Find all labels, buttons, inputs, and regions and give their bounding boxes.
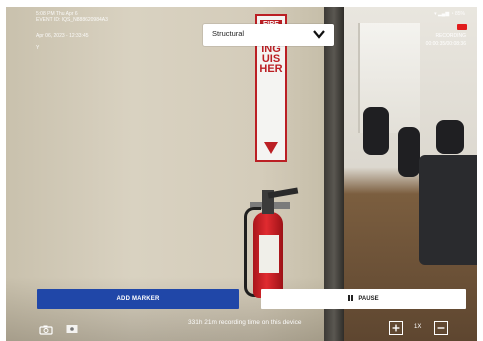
extinguisher-label bbox=[259, 235, 279, 273]
event-id: EVENT ID: IQS_N888620984A3 bbox=[36, 17, 108, 23]
category-dropdown[interactable]: Structural bbox=[203, 24, 334, 46]
pause-icon bbox=[348, 290, 354, 301]
office-chair bbox=[398, 127, 420, 177]
photo-icon[interactable] bbox=[66, 324, 78, 334]
recording-timer: 00:00:35/00:08:36 bbox=[425, 41, 466, 47]
add-marker-button[interactable]: ADD MARKER bbox=[37, 289, 239, 309]
sign-arrow bbox=[264, 142, 278, 154]
app-frame: FIRE EXTINGUISHER 5:08 PM Thu Apr 6 ▾ ▂▄… bbox=[0, 0, 483, 341]
chevron-down-icon bbox=[313, 30, 325, 39]
zoom-in-icon[interactable] bbox=[389, 321, 403, 335]
dropdown-selected-value: Structural bbox=[212, 29, 245, 38]
recording-label: RECORDING bbox=[435, 33, 466, 39]
event-datetime: Apr 06, 2023 - 12:33:45 bbox=[36, 33, 89, 39]
zoom-level: 1X bbox=[414, 324, 422, 330]
conference-table bbox=[419, 155, 477, 265]
pause-button[interactable]: PAUSE bbox=[261, 289, 466, 309]
pause-label: PAUSE bbox=[358, 296, 379, 302]
office-chair bbox=[363, 107, 389, 155]
camera-switch-icon[interactable] bbox=[39, 325, 53, 335]
camera-viewport: FIRE EXTINGUISHER 5:08 PM Thu Apr 6 ▾ ▂▄… bbox=[6, 7, 477, 341]
zoom-out-icon[interactable] bbox=[434, 321, 448, 335]
record-icon bbox=[457, 24, 467, 30]
office-chair bbox=[436, 120, 464, 154]
event-extra: Y bbox=[36, 45, 40, 51]
top-overlay: 5:08 PM Thu Apr 6 ▾ ▂▄▆ ◔ 85% EVENT ID: … bbox=[6, 7, 477, 62]
remaining-recording-time: 331h 21m recording time on this device bbox=[188, 319, 302, 326]
status-indicators: ▾ ▂▄▆ ◔ 85% bbox=[434, 11, 465, 17]
